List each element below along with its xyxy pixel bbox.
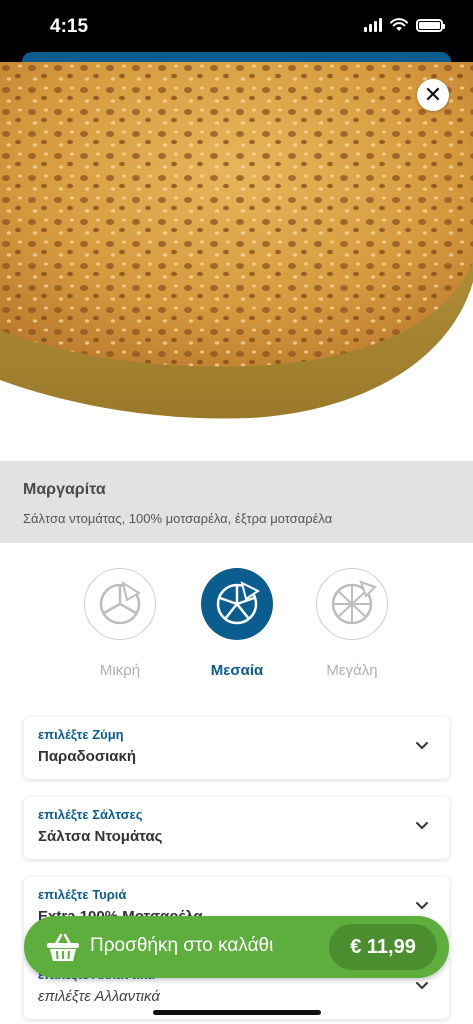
chevron-down-icon [416,982,428,990]
product-info: Μαργαρίτα Σάλτσα ντομάτας, 100% μοτσαρέλ… [0,461,473,543]
dropdown-value: Σάλτσα Ντομάτας [38,828,163,845]
status-icons [364,18,445,32]
dropdown-value: επιλέξτε Αλλαντικά [38,988,160,1005]
signal-icon [364,18,382,32]
large-pizza-icon [316,568,388,640]
sauce-dropdown[interactable]: επιλέξτε Σάλτσες Σάλτσα Ντομάτας [24,797,449,859]
add-to-cart-button[interactable]: Προσθήκη στο καλάθι € 11,99 [24,916,449,978]
size-selector: Μικρή Μεσαία Μεγάλη [0,568,473,688]
chevron-down-icon [416,902,428,910]
dropdown-title: επιλέξτε Τυριά [38,887,127,902]
close-icon: ✕ [423,82,443,107]
dough-dropdown[interactable]: επιλέξτε Ζύμη Παραδοσιακή [24,717,449,779]
size-label-large: Μεγάλη [326,662,378,679]
size-label-small: Μικρή [99,662,141,679]
size-label-medium: Μεσαία [210,662,264,679]
close-button[interactable]: ✕ [417,79,449,111]
chevron-down-icon [416,822,428,830]
product-description: Σάλτσα ντομάτας, 100% μοτσαρέλα, έξτρα μ… [23,511,333,526]
dropdown-value: Παραδοσιακή [38,748,136,765]
medium-pizza-icon [201,568,273,640]
wifi-icon [390,18,408,31]
dropdown-title: επιλέξτε Ζύμη [38,727,124,742]
small-pizza-icon [84,568,156,640]
home-indicator [153,1010,321,1015]
add-to-cart-label: Προσθήκη στο καλάθι [90,935,274,956]
battery-icon [416,18,445,32]
chevron-down-icon [416,742,428,750]
basket-icon [47,933,79,961]
dropdown-title: επιλέξτε Σάλτσες [38,807,143,822]
price-badge: € 11,99 [329,924,437,970]
size-option-large[interactable]: Μεγάλη [297,568,407,679]
product-image [0,62,473,462]
size-option-small[interactable]: Μικρή [65,568,175,679]
size-option-medium[interactable]: Μεσαία [182,568,292,679]
product-name: Μαργαρίτα [23,481,106,498]
status-time: 4:15 [50,16,89,37]
